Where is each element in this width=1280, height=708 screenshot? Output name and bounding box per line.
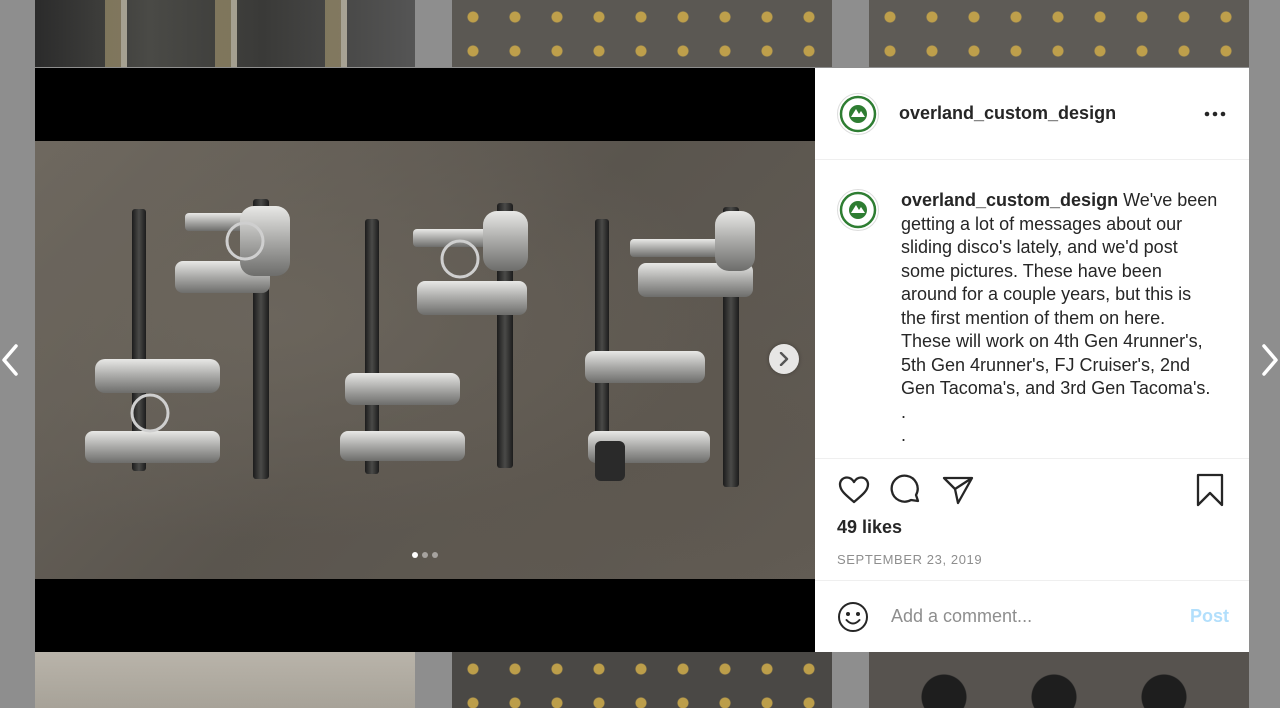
post-modal: overland_custom_design overland_custom_d… — [35, 68, 1249, 652]
smiley-icon — [838, 601, 868, 632]
post-date[interactable]: SEPTEMBER 23, 2019 — [837, 552, 1227, 567]
next-post-button[interactable] — [1250, 340, 1280, 380]
likes-count[interactable]: 49 likes — [837, 517, 1227, 538]
chevron-left-icon — [2, 344, 18, 376]
grid-thumbnail[interactable] — [452, 652, 832, 708]
chevron-right-icon — [1262, 344, 1278, 376]
like-button[interactable] — [837, 473, 871, 507]
caption-line: Gen Tacoma's, and 3rd Gen Tacoma's. — [901, 378, 1211, 398]
caption-line: . — [901, 425, 907, 445]
caption-text: overland_custom_design We've been gettin… — [901, 189, 1217, 458]
grid-thumbnail[interactable] — [869, 652, 1249, 708]
caption-line: the first mention of them on here. — [901, 307, 1166, 328]
paper-plane-icon — [942, 476, 974, 505]
bookmark-icon — [1196, 473, 1224, 507]
share-button[interactable] — [941, 473, 975, 507]
caption-line: . — [901, 401, 907, 422]
emoji-button[interactable] — [837, 601, 869, 633]
post-username[interactable]: overland_custom_design — [899, 103, 1203, 124]
chevron-right-icon — [779, 352, 789, 366]
brand-logo-icon — [839, 95, 877, 132]
caption-line: These will work on 4th Gen 4runner's, — [901, 331, 1203, 351]
avatar[interactable] — [837, 92, 879, 135]
post-actions: 49 likes SEPTEMBER 23, 2019 — [815, 458, 1249, 579]
heart-icon — [838, 476, 870, 504]
caption-line: some pictures. These have been — [901, 260, 1162, 281]
post-sidebar: overland_custom_design overland_custom_d… — [815, 68, 1249, 652]
carousel-dot — [412, 552, 418, 558]
grid-thumbnail[interactable] — [452, 0, 832, 67]
save-button[interactable] — [1193, 473, 1227, 507]
carousel-dot — [422, 552, 428, 558]
post-photo[interactable] — [35, 141, 815, 579]
carousel-dot — [432, 552, 438, 558]
post-caption: overland_custom_design We've been gettin… — [815, 161, 1249, 458]
grid-thumbnail[interactable] — [35, 0, 415, 67]
carousel-next-button[interactable] — [769, 344, 799, 374]
carousel-indicator — [35, 552, 815, 558]
comment-input[interactable] — [889, 605, 1190, 628]
caption-line: getting a lot of messages about our — [901, 213, 1183, 234]
brand-logo-icon — [839, 191, 877, 229]
sliding-disconnect-parts-image — [85, 199, 755, 487]
comment-bar: Post — [815, 580, 1249, 652]
post-media — [35, 68, 815, 652]
more-options-icon — [1204, 111, 1226, 116]
post-header: overland_custom_design — [815, 68, 1249, 160]
caption-line: 5th Gen 4runner's, FJ Cruiser's, 2nd — [901, 354, 1191, 375]
caption-line: around for a couple years, but this is — [901, 284, 1192, 304]
comment-button[interactable] — [889, 473, 923, 507]
previous-post-button[interactable] — [0, 340, 30, 380]
comment-bubble-icon — [890, 474, 920, 503]
grid-thumbnail[interactable] — [869, 0, 1249, 67]
caption-line: We've been — [1123, 190, 1218, 210]
grid-thumbnail[interactable] — [35, 652, 415, 708]
caption-username[interactable]: overland_custom_design — [901, 190, 1118, 210]
more-options-button[interactable] — [1203, 102, 1227, 126]
post-comment-button[interactable]: Post — [1190, 606, 1229, 627]
caption-line: sliding disco's lately, and we'd post — [901, 237, 1178, 257]
avatar[interactable] — [837, 189, 879, 231]
